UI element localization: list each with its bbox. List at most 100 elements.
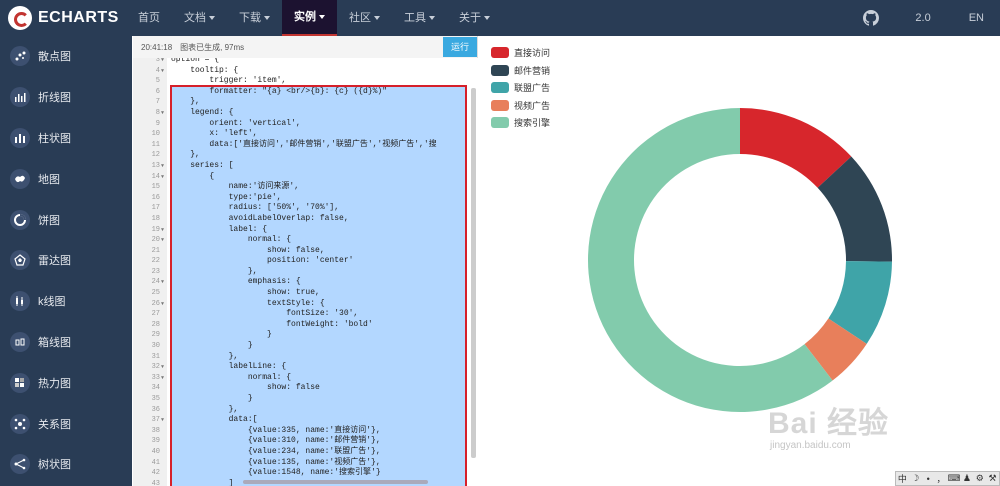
code-text: formatter: "{a} <br/>{b}: {c} ({d}%)" (171, 86, 388, 96)
fold-toggle-icon[interactable]: ▼ (161, 235, 164, 246)
vertical-scrollbar[interactable] (471, 88, 476, 458)
logo[interactable]: ECHARTS (8, 6, 119, 30)
nav-item-1[interactable]: 文档 (172, 0, 227, 36)
code-text: }, (171, 351, 239, 361)
line-number: 16 (151, 193, 160, 202)
code-line: 11 data:['直接访问','邮件营销','联盟广告','视频广告','搜 (133, 140, 478, 151)
fold-toggle-icon[interactable]: ▼ (161, 225, 164, 236)
line-number: 21 (151, 246, 160, 255)
sidebar-item-label: 地图 (38, 173, 60, 186)
line-number: 9 (155, 119, 160, 128)
sidebar-item-0[interactable]: 散点图 (0, 36, 132, 77)
fold-toggle-icon[interactable]: ▼ (161, 299, 164, 310)
code-text: tooltip: { (171, 65, 239, 75)
line-number: 33 (151, 373, 160, 382)
legend-item[interactable]: 视频广告 (491, 97, 550, 115)
ime-toolbar: 中 ☽ •， ⌨ ♟ ⚙ ⚒ (895, 471, 1000, 486)
line-number: 30 (151, 342, 160, 351)
code-area[interactable]: 3 ▼ option = {4 ▼ tooltip: {5 trigger: 'ite… (133, 58, 478, 486)
code-text: label: { (171, 224, 268, 234)
code-line: 39 {value:310, name:'邮件营销'}, (133, 436, 478, 447)
sidebar-item-7[interactable]: 箱线图 (0, 322, 132, 363)
sidebar-item-10[interactable]: 树状图 (0, 444, 132, 485)
code-line: 18 avoidLabelOverlap: false, (133, 214, 478, 225)
code-text: avoidLabelOverlap: false, (171, 213, 349, 223)
version-link[interactable]: 2.0 (915, 12, 930, 24)
line-number: 37 (151, 416, 160, 425)
line-number: 29 (151, 331, 160, 340)
line-number: 26 (151, 299, 160, 308)
code-line: 37 ▼ data:[ (133, 415, 478, 426)
legend-item[interactable]: 邮件营销 (491, 62, 550, 80)
nav-item-4[interactable]: 社区 (337, 0, 392, 36)
ime-button[interactable]: ☽ (909, 473, 922, 484)
watermark-title: Bai 经验 (768, 407, 890, 440)
boxplot-icon (10, 331, 30, 352)
fold-toggle-icon[interactable]: ▼ (161, 373, 164, 384)
code-text: option = { (171, 58, 220, 64)
code-line: 21 show: false, (133, 246, 478, 257)
legend-item[interactable]: 直接访问 (491, 44, 550, 62)
sidebar-item-6[interactable]: k线图 (0, 281, 132, 322)
nav-item-3[interactable]: 实例 (282, 0, 337, 36)
line-number: 39 (151, 437, 160, 446)
sidebar-item-5[interactable]: 雷达图 (0, 240, 132, 281)
ime-button[interactable]: 中 (896, 472, 909, 485)
ime-button[interactable]: ， (935, 472, 948, 485)
nav-menu: 首页 文档 下载 实例 社区 工具 关于 (126, 0, 502, 36)
language-link[interactable]: EN (969, 12, 984, 24)
code-line: 15 name:'访问来源', (133, 182, 478, 193)
horizontal-scrollbar[interactable] (243, 480, 428, 484)
sidebar-item-9[interactable]: 关系图 (0, 403, 132, 444)
map-icon (10, 168, 30, 189)
fold-toggle-icon[interactable]: ▼ (161, 277, 164, 288)
scatter-icon (10, 46, 30, 67)
fold-toggle-icon[interactable]: ▼ (161, 172, 164, 183)
fold-toggle-icon[interactable]: ▼ (161, 362, 164, 373)
nav-item-2[interactable]: 下载 (227, 0, 282, 36)
github-icon[interactable] (863, 10, 880, 26)
line-number: 13 (151, 161, 160, 170)
run-button[interactable]: 运行 (443, 37, 477, 57)
code-text: x: 'left', (171, 129, 258, 139)
code-line: 10 x: 'left', (133, 129, 478, 140)
nav-item-0[interactable]: 首页 (126, 0, 172, 36)
nav-item-5[interactable]: 工具 (392, 0, 447, 36)
ime-button[interactable]: ⌨ (947, 473, 960, 484)
ime-button[interactable]: • (922, 474, 935, 484)
fold-toggle-icon[interactable]: ▼ (161, 161, 164, 172)
legend-swatch (491, 99, 509, 111)
code-text: orient: 'vertical', (171, 118, 301, 128)
tree-icon (10, 454, 30, 475)
code-text: series: [ (171, 160, 234, 170)
code-line: 42 {value:1548, name:'搜索引擎'} (133, 468, 478, 479)
baidu-jingyan-watermark: Bai 经验 jingyan.baidu.com (768, 398, 968, 468)
code-text: {value:135, name:'视频广告'}, (171, 457, 381, 467)
fold-toggle-icon[interactable]: ▼ (161, 415, 164, 426)
code-line: 7 }, (133, 97, 478, 108)
ime-button[interactable]: ⚒ (986, 473, 999, 484)
legend-item[interactable]: 搜索引擎 (491, 114, 550, 132)
code-text: normal: { (171, 372, 292, 382)
code-text: textStyle: { (171, 298, 325, 308)
fold-toggle-icon[interactable]: ▼ (161, 58, 164, 66)
line-number: 18 (151, 214, 160, 223)
code-text: {value:1548, name:'搜索引擎'} (171, 468, 381, 478)
sidebar-item-4[interactable]: 饼图 (0, 199, 132, 240)
fold-toggle-icon[interactable]: ▼ (161, 66, 164, 77)
ime-button[interactable]: ⚙ (973, 473, 986, 484)
sidebar-item-8[interactable]: 热力图 (0, 362, 132, 403)
sidebar-item-3[interactable]: 地图 (0, 158, 132, 199)
legend-item[interactable]: 联盟广告 (491, 79, 550, 97)
ime-button[interactable]: ♟ (960, 473, 973, 484)
code-text: } (171, 341, 253, 351)
nav-item-6[interactable]: 关于 (447, 0, 502, 36)
code-text: show: false (171, 383, 320, 393)
sidebar-item-2[interactable]: 柱状图 (0, 118, 132, 159)
sidebar-item-label: 散点图 (38, 51, 71, 64)
fold-toggle-icon[interactable]: ▼ (161, 108, 164, 119)
sidebar-item-label: 关系图 (38, 418, 71, 431)
legend-swatch (491, 47, 509, 59)
sidebar: 散点图折线图 柱状图地图饼图 雷达图 k线图 箱线图 热力图关系图树状图 (0, 36, 132, 486)
sidebar-item-1[interactable]: 折线图 (0, 77, 132, 118)
